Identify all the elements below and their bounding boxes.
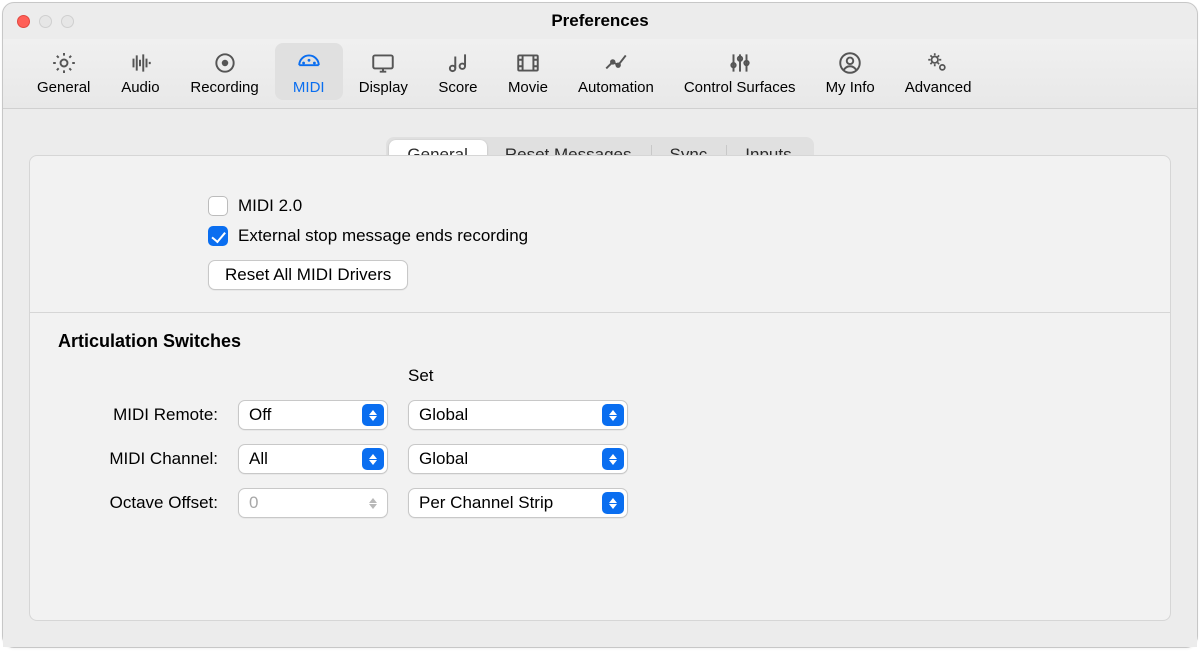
toolbar-item-label: General [37,79,90,96]
toolbar-item-audio[interactable]: Audio [106,43,174,100]
window-title: Preferences [551,11,648,31]
toolbar-item-general[interactable]: General [23,43,104,100]
waveform-icon [126,49,154,77]
popup-arrows-icon [362,448,384,470]
toolbar: General Audio Recording MIDI Display [3,39,1197,109]
toolbar-item-automation[interactable]: Automation [564,43,668,100]
toolbar-item-my-info[interactable]: My Info [812,43,889,100]
stepper-arrows-icon [362,492,384,514]
midi-channel-label: MIDI Channel: [58,449,218,469]
close-button[interactable] [17,15,30,28]
toolbar-item-label: Advanced [905,79,972,96]
octave-offset-label: Octave Offset: [58,493,218,513]
midi-remote-label: MIDI Remote: [58,405,218,425]
content-area: General Reset Messages Sync Inputs MIDI … [3,109,1197,647]
midi-channel-set-popup[interactable]: Global [408,444,628,474]
person-circle-icon [836,49,864,77]
octave-offset-set-popup[interactable]: Per Channel Strip [408,488,628,518]
articulation-grid: Set MIDI Remote: Off Global MIDI Channel… [58,366,1142,518]
toolbar-item-label: Audio [121,79,159,96]
midi-2-0-label: MIDI 2.0 [238,196,302,216]
toolbar-item-movie[interactable]: Movie [494,43,562,100]
zoom-button[interactable] [61,15,74,28]
midi-remote-popup[interactable]: Off [238,400,388,430]
set-column-header: Set [408,366,628,386]
toolbar-item-control-surfaces[interactable]: Control Surfaces [670,43,810,100]
toolbar-item-label: MIDI [293,79,325,96]
toolbar-item-label: Display [359,79,408,96]
external-stop-checkbox[interactable] [208,226,228,246]
midi-icon [295,49,323,77]
external-stop-label: External stop message ends recording [238,226,528,246]
octave-offset-value: 0 [249,493,258,513]
automation-icon [602,49,630,77]
midi-remote-value: Off [249,405,271,425]
toolbar-item-label: Score [438,79,477,96]
popup-arrows-icon [602,448,624,470]
record-icon [211,49,239,77]
gear-icon [50,49,78,77]
midi-channel-value: All [249,449,268,469]
popup-arrows-icon [362,404,384,426]
toolbar-item-midi[interactable]: MIDI [275,43,343,100]
toolbar-item-label: Movie [508,79,548,96]
popup-arrows-icon [602,492,624,514]
titlebar: Preferences [3,3,1197,39]
toolbar-item-label: My Info [826,79,875,96]
double-gear-icon [924,49,952,77]
divider [30,312,1170,313]
midi-2-0-checkbox[interactable] [208,196,228,216]
popup-arrows-icon [602,404,624,426]
articulation-switches-title: Articulation Switches [58,331,1142,352]
settings-panel: MIDI 2.0 External stop message ends reco… [29,155,1171,621]
midi-channel-set-value: Global [419,449,468,469]
music-notes-icon [444,49,472,77]
toolbar-item-recording[interactable]: Recording [176,43,272,100]
toolbar-item-label: Recording [190,79,258,96]
midi-remote-set-popup[interactable]: Global [408,400,628,430]
toolbar-item-label: Automation [578,79,654,96]
display-icon [369,49,397,77]
midi-remote-set-value: Global [419,405,468,425]
minimize-button[interactable] [39,15,52,28]
octave-offset-set-value: Per Channel Strip [419,493,553,513]
toolbar-item-display[interactable]: Display [345,43,422,100]
film-icon [514,49,542,77]
sliders-icon [726,49,754,77]
octave-offset-stepper[interactable]: 0 [238,488,388,518]
toolbar-item-label: Control Surfaces [684,79,796,96]
midi-channel-popup[interactable]: All [238,444,388,474]
reset-all-midi-drivers-button[interactable]: Reset All MIDI Drivers [208,260,408,290]
preferences-window: Preferences General Audio Recording MI [2,2,1198,648]
toolbar-item-score[interactable]: Score [424,43,492,100]
traffic-lights [17,15,74,28]
toolbar-item-advanced[interactable]: Advanced [891,43,986,100]
